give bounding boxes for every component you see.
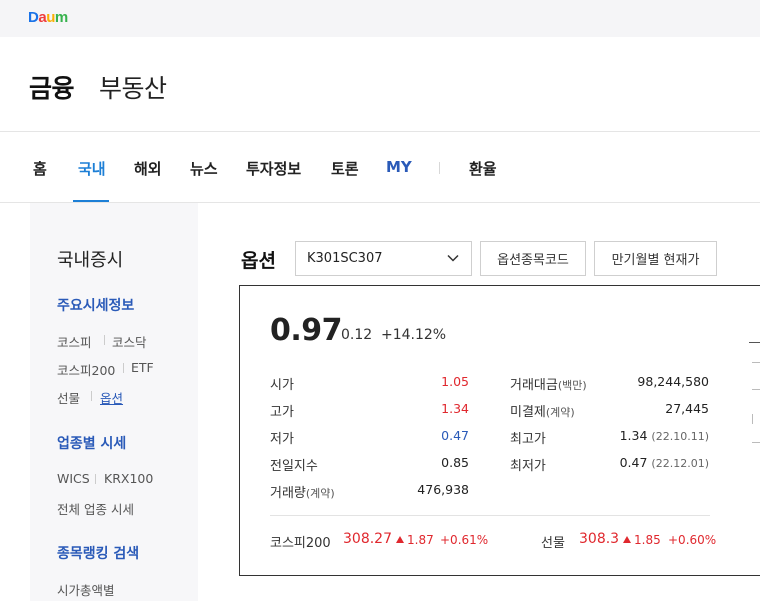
triangle-up-icon — [623, 536, 631, 543]
label-open-interest-unit: (계약) — [545, 406, 575, 419]
sidebar: 국내증시 주요시세정보 코스피 코스닥 코스피200 ETF 선물 옵션 업종별… — [30, 203, 198, 601]
label-volume: 거래량(계약) — [270, 482, 335, 501]
sidebar-link-krx100[interactable]: KRX100 — [104, 471, 153, 486]
label-high: 고가 — [270, 405, 294, 420]
sidebar-separator — [95, 474, 96, 484]
triangle-up-icon — [396, 536, 404, 543]
option-code-select[interactable]: K301SC307 — [295, 241, 472, 276]
value-all-time-high-date: (22.10.11) — [651, 430, 709, 443]
label-all-time-low: 최저가 — [510, 459, 546, 474]
label-open-interest: 미결제(계약) — [510, 401, 575, 420]
service-header: 금융 부동산 — [0, 37, 760, 132]
sidebar-link-options[interactable]: 옵션 — [100, 388, 123, 407]
sidebar-link-kospi[interactable]: 코스피 — [57, 332, 92, 351]
value-volume: 476,938 — [417, 482, 469, 497]
label-trade-amount-text: 거래대금 — [510, 378, 558, 393]
value-trade-amount: 98,244,580 — [637, 374, 709, 389]
nav-news[interactable]: 뉴스 — [190, 158, 218, 179]
price-change-percent: +14.12% — [381, 327, 447, 343]
sidebar-separator — [91, 391, 92, 401]
label-trade-amount-unit: (백만) — [557, 379, 587, 392]
option-code-button[interactable]: 옵션종목코드 — [480, 241, 586, 276]
nav-divider — [439, 162, 440, 174]
service-title-finance[interactable]: 금융 — [29, 69, 75, 105]
chevron-down-icon — [447, 254, 459, 262]
label-trade-amount: 거래대금(백만) — [510, 374, 587, 393]
monthly-price-button[interactable]: 만기월별 현재가 — [594, 241, 717, 276]
chart-edge-tick — [752, 414, 753, 424]
panel-divider — [270, 515, 710, 516]
index-futures-value: 308.3 — [579, 531, 620, 547]
sidebar-separator — [123, 363, 124, 373]
sidebar-link-etf[interactable]: ETF — [131, 360, 154, 375]
label-prev-close: 전일지수 — [270, 459, 318, 474]
label-volume-unit: (계약) — [305, 487, 335, 500]
top-bar: Daum — [0, 0, 760, 37]
sidebar-section-sectors[interactable]: 업종별 시세 — [57, 433, 126, 453]
logo-letter-d: D — [28, 9, 39, 26]
value-all-time-high: 1.34 (22.10.11) — [620, 428, 709, 443]
value-high: 1.34 — [441, 401, 469, 416]
value-all-time-low: 0.47 (22.12.01) — [620, 455, 709, 470]
value-low: 0.47 — [441, 428, 469, 443]
value-open: 1.05 — [441, 374, 469, 389]
nav-active-underline — [73, 200, 109, 202]
index-kospi200-change-value: 1.87 — [407, 533, 434, 547]
service-link-realestate[interactable]: 부동산 — [99, 69, 167, 105]
logo-letter-m: m — [54, 9, 68, 26]
index-kospi200-value: 308.27 — [343, 531, 392, 547]
value-prev-close: 0.85 — [441, 455, 469, 470]
chart-edge-tick — [752, 362, 760, 363]
price-change: 0.12 — [341, 327, 373, 343]
page-title: 옵션 — [241, 250, 276, 272]
label-open: 시가 — [270, 378, 294, 393]
sidebar-link-futures[interactable]: 선물 — [57, 388, 80, 407]
logo-letter-u: u — [46, 9, 55, 26]
nav-overseas[interactable]: 해외 — [134, 158, 162, 179]
chart-edge-tick — [752, 442, 760, 443]
nav-exchange-rate[interactable]: 환율 — [469, 158, 497, 179]
index-futures-pct: +0.60% — [668, 533, 717, 547]
index-futures-name[interactable]: 선물 — [541, 532, 565, 551]
label-volume-text: 거래량 — [270, 486, 306, 501]
value-all-time-low-price: 0.47 — [619, 455, 648, 470]
option-code-value: K301SC307 — [307, 251, 383, 266]
value-all-time-high-price: 1.34 — [619, 428, 648, 443]
nav-domestic[interactable]: 국내 — [78, 158, 106, 179]
sidebar-separator — [104, 335, 105, 345]
nav-investment-info[interactable]: 투자정보 — [246, 158, 301, 179]
sidebar-link-all-sectors[interactable]: 전체 업종 시세 — [57, 499, 134, 518]
nav-my[interactable]: MY — [386, 158, 412, 176]
logo-letter-a: a — [38, 9, 47, 26]
nav-discussion[interactable]: 토론 — [331, 158, 359, 179]
main-nav: 홈 국내 해외 뉴스 투자정보 토론 MY 환율 — [0, 133, 760, 203]
value-all-time-low-date: (22.12.01) — [651, 457, 709, 470]
value-open-interest: 27,445 — [665, 401, 709, 416]
index-futures-change-value: 1.85 — [634, 533, 661, 547]
index-kospi200-pct: +0.61% — [440, 533, 489, 547]
chart-edge-tick — [752, 389, 760, 390]
index-futures-change: 1.85 — [623, 533, 661, 547]
sidebar-section-ranking[interactable]: 종목랭킹 검색 — [57, 543, 139, 563]
index-kospi200-name[interactable]: 코스피200 — [270, 532, 331, 551]
sidebar-title: 국내증시 — [57, 250, 124, 271]
label-open-interest-text: 미결제 — [510, 405, 546, 420]
daum-logo[interactable]: Daum — [28, 9, 68, 26]
label-low: 저가 — [270, 432, 294, 447]
nav-home[interactable]: 홈 — [33, 158, 47, 179]
chart-edge-line — [749, 342, 760, 343]
sidebar-link-market-cap[interactable]: 시가총액별 — [57, 580, 115, 599]
label-all-time-high: 최고가 — [510, 432, 546, 447]
sidebar-link-kosdaq[interactable]: 코스닥 — [112, 332, 147, 351]
quote-panel: 0.97 0.12 +14.12% 시가 1.05 고가 1.34 저가 0.4… — [239, 285, 760, 576]
sidebar-link-kospi200[interactable]: 코스피200 — [57, 360, 115, 379]
index-kospi200-change: 1.87 — [396, 533, 434, 547]
sidebar-section-main-quotes[interactable]: 주요시세정보 — [57, 295, 134, 315]
sidebar-link-wics[interactable]: WICS — [57, 471, 90, 486]
current-price: 0.97 — [270, 313, 343, 348]
